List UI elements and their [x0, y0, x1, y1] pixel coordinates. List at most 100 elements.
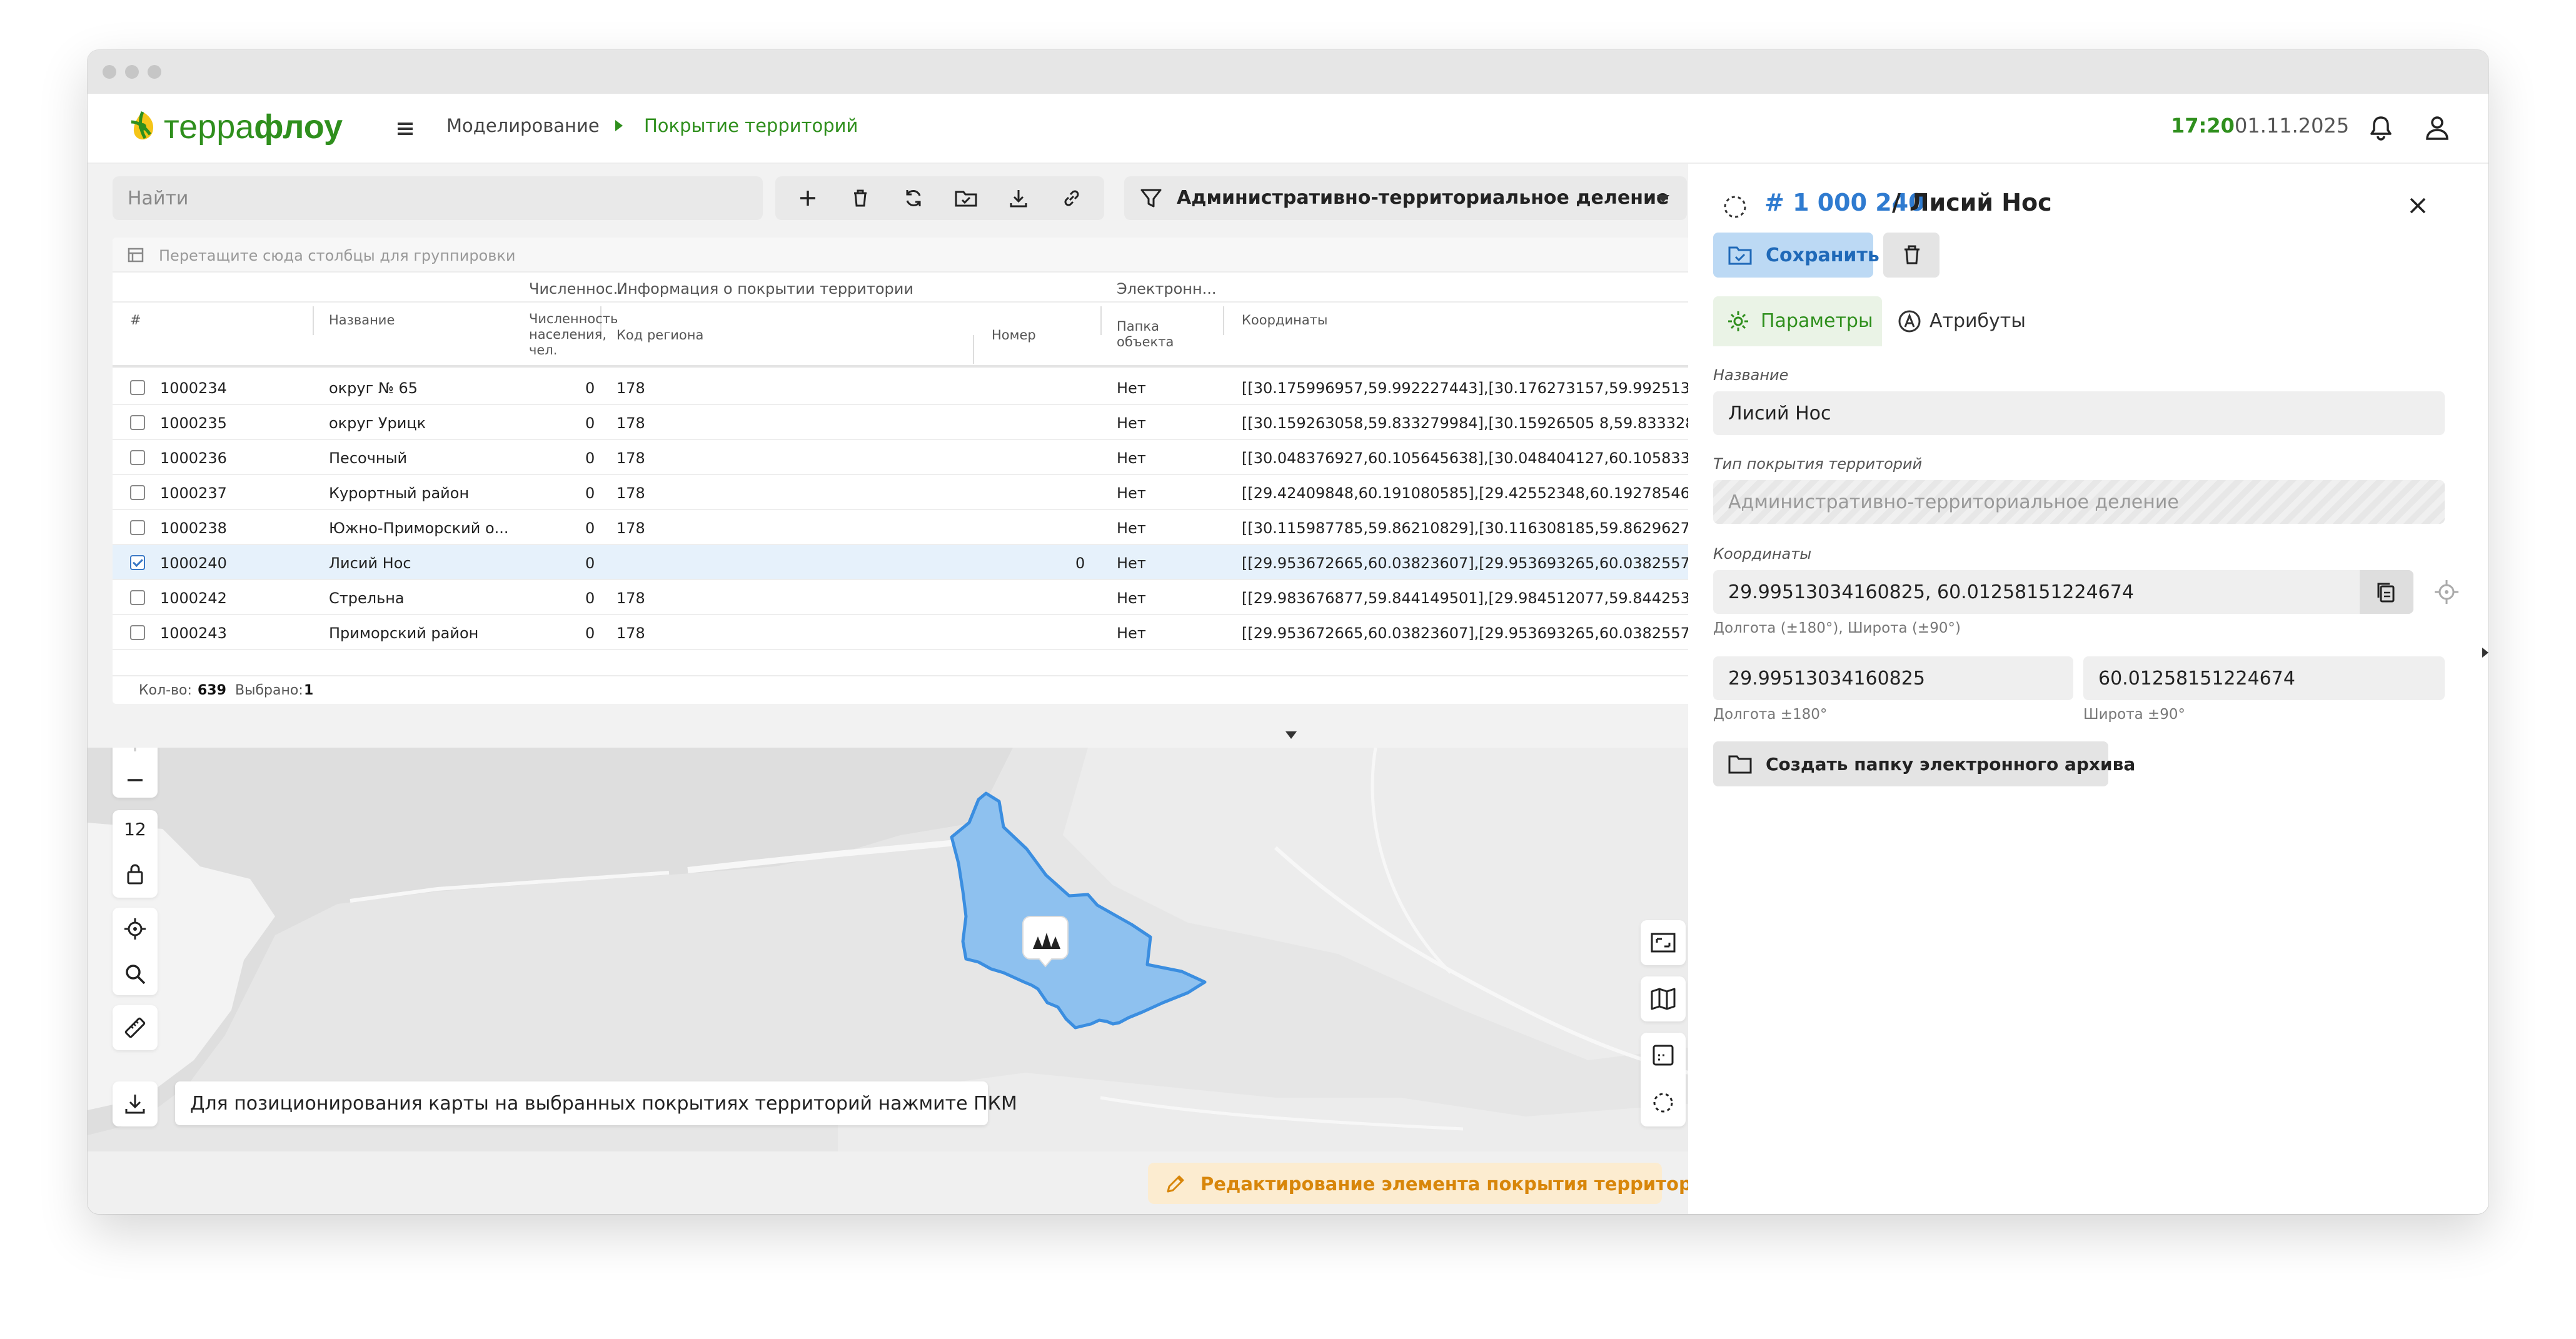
- col-folder[interactable]: Папка объекта: [1117, 319, 1174, 350]
- table-row[interactable]: 1000242 Стрельна 0 178 Нет [[29.98367687…: [113, 580, 1717, 615]
- folder-check-button[interactable]: [948, 181, 984, 216]
- col-population[interactable]: Численность населения, чел.: [529, 311, 618, 359]
- download-button[interactable]: [1001, 181, 1036, 216]
- delete-button[interactable]: [843, 181, 878, 216]
- group-drop-zone[interactable]: Перетащите сюда столбцы для группировки: [113, 238, 1717, 273]
- create-archive-folder-button[interactable]: Создать папку электронного архива: [1713, 741, 2135, 786]
- user-icon[interactable]: [2422, 113, 2452, 143]
- col-coords[interactable]: Координаты: [1242, 313, 1328, 328]
- tab-params-label: Параметры: [1761, 310, 1873, 332]
- cell-folder: Нет: [1117, 589, 1146, 607]
- breadcrumb-coverage[interactable]: Покрытие территорий: [644, 115, 858, 136]
- window-dot[interactable]: [148, 65, 161, 79]
- delete-record-button[interactable]: [1883, 233, 1940, 278]
- row-checkbox[interactable]: [130, 590, 145, 605]
- crosshair-icon[interactable]: [2432, 578, 2461, 606]
- grid-header: # Название Численнос... Численность насе…: [113, 273, 1717, 368]
- table-row[interactable]: 1000234 округ № 65 0 178 Нет [[30.175996…: [113, 370, 1717, 405]
- ruler-control: [113, 1005, 158, 1050]
- col-group-population[interactable]: Численнос...: [529, 280, 628, 298]
- filter-select[interactable]: Административно-территориальное деление: [1124, 176, 1687, 220]
- download-icon[interactable]: [123, 1091, 148, 1116]
- lasso-icon[interactable]: [1651, 1090, 1676, 1115]
- add-button[interactable]: [790, 181, 825, 216]
- longitude-value: 29.99513034160825: [1728, 668, 1925, 690]
- cell-name: Стрельна: [329, 589, 405, 607]
- cell-population: 0: [585, 379, 595, 397]
- link-button[interactable]: [1054, 181, 1089, 216]
- col-group-coverage[interactable]: Информация о покрытии территории: [616, 280, 913, 298]
- row-checkbox[interactable]: [130, 520, 145, 535]
- cell-name: Курортный район: [329, 484, 470, 502]
- col-group-archive[interactable]: Электронн...: [1117, 280, 1217, 298]
- window-dot[interactable]: [125, 65, 139, 79]
- cell-coords: [[30.175996957,59.992227443],[30.1762731…: [1242, 379, 1717, 397]
- cell-name: Южно-Приморский о...: [329, 519, 509, 537]
- table-row-selected[interactable]: 1000240 Лисий Нос 0 0 Нет [[29.953672665…: [113, 545, 1717, 580]
- header-divider: [113, 301, 1717, 303]
- select-area-icon[interactable]: [1651, 1043, 1676, 1068]
- cell-id: 1000240: [160, 554, 227, 572]
- bell-icon[interactable]: [2366, 113, 2396, 143]
- row-checkbox[interactable]: [130, 485, 145, 500]
- map-icon[interactable]: [1649, 986, 1677, 1011]
- tab-params[interactable]: Параметры: [1713, 296, 1882, 346]
- zoom-in-icon[interactable]: [124, 748, 146, 755]
- table-row[interactable]: 1000236 Песочный 0 178 Нет [[30.04837692…: [113, 440, 1717, 475]
- row-checkbox[interactable]: [130, 450, 145, 465]
- row-checkbox[interactable]: [130, 415, 145, 430]
- gear-icon: [1728, 311, 1748, 331]
- crosshair-icon[interactable]: [123, 916, 148, 941]
- close-icon[interactable]: [2405, 193, 2431, 219]
- table-row[interactable]: 1000237 Курортный район 0 178 Нет [[29.4…: [113, 475, 1717, 510]
- col-name[interactable]: Название: [329, 313, 395, 328]
- save-button[interactable]: Сохранить: [1713, 233, 1879, 278]
- lock-icon[interactable]: [124, 861, 146, 886]
- panel-expand-icon[interactable]: [2482, 648, 2488, 658]
- row-checkbox[interactable]: [130, 380, 145, 395]
- panel-collapse-icon[interactable]: [1285, 731, 1297, 739]
- folder-check-icon: [1728, 246, 1752, 265]
- cell-population: 0: [585, 624, 595, 642]
- table-row[interactable]: 1000235 округ Урицк 0 178 Нет [[30.15926…: [113, 405, 1717, 440]
- col-num[interactable]: #: [130, 313, 141, 328]
- col-region[interactable]: Код региона: [616, 328, 703, 343]
- cell-coords: [[30.115987785,59.86210829],[30.11630818…: [1242, 519, 1717, 537]
- col-separator[interactable]: [1100, 306, 1102, 335]
- breadcrumb-modeling[interactable]: Моделирование: [446, 115, 600, 136]
- ruler-icon[interactable]: [123, 1015, 148, 1040]
- col-number[interactable]: Номер: [992, 328, 1036, 343]
- zoom-out-icon[interactable]: [124, 769, 146, 791]
- col-separator[interactable]: [973, 335, 974, 364]
- menu-icon[interactable]: [393, 116, 418, 141]
- logo[interactable]: террафлоу: [123, 105, 343, 149]
- search-icon[interactable]: [123, 961, 148, 986]
- copy-coords-button[interactable]: [2360, 570, 2413, 614]
- table-row[interactable]: 1000243 Приморский район 0 178 Нет [[29.…: [113, 615, 1717, 650]
- copy-icon: [2377, 583, 2395, 603]
- zoom-level: 12: [124, 819, 146, 840]
- table-row[interactable]: 1000238 Южно-Приморский о... 0 178 Нет […: [113, 510, 1717, 545]
- refresh-button[interactable]: [896, 181, 931, 216]
- map-hint: Для позиционирования карты на выбранных …: [175, 1081, 1017, 1125]
- window-dot[interactable]: [103, 65, 116, 79]
- tab-attrs[interactable]: Атрибуты: [1888, 296, 2038, 346]
- grid-footer: Кол-во: 639 Выбрано: 1: [113, 675, 1717, 704]
- cell-population: 0: [585, 484, 595, 502]
- cell-coords: [[29.983676877,59.844149501],[29.9845120…: [1242, 589, 1717, 607]
- latitude-field[interactable]: 60.01258151224674: [2083, 656, 2445, 700]
- col-separator[interactable]: [1223, 306, 1224, 335]
- expand-icon[interactable]: [1649, 930, 1677, 955]
- longitude-field[interactable]: 29.99513034160825: [1713, 656, 2073, 700]
- row-checkbox[interactable]: [130, 625, 145, 640]
- name-field[interactable]: Лисий Нос: [1713, 391, 2445, 435]
- locate-search-control: [113, 908, 158, 995]
- settlement-marker-icon[interactable]: [1022, 916, 1069, 968]
- edit-mode-banner: Редактирование элемента покрытия террито…: [1148, 1163, 1717, 1204]
- cell-id: 1000238: [160, 519, 227, 537]
- col-separator[interactable]: [313, 306, 314, 335]
- row-checkbox-checked[interactable]: [130, 555, 145, 570]
- selected-label: Выбрано:: [235, 683, 303, 698]
- coords-field[interactable]: 29.99513034160825, 60.01258151224674: [1713, 570, 2413, 614]
- search-input[interactable]: Найти: [113, 176, 763, 220]
